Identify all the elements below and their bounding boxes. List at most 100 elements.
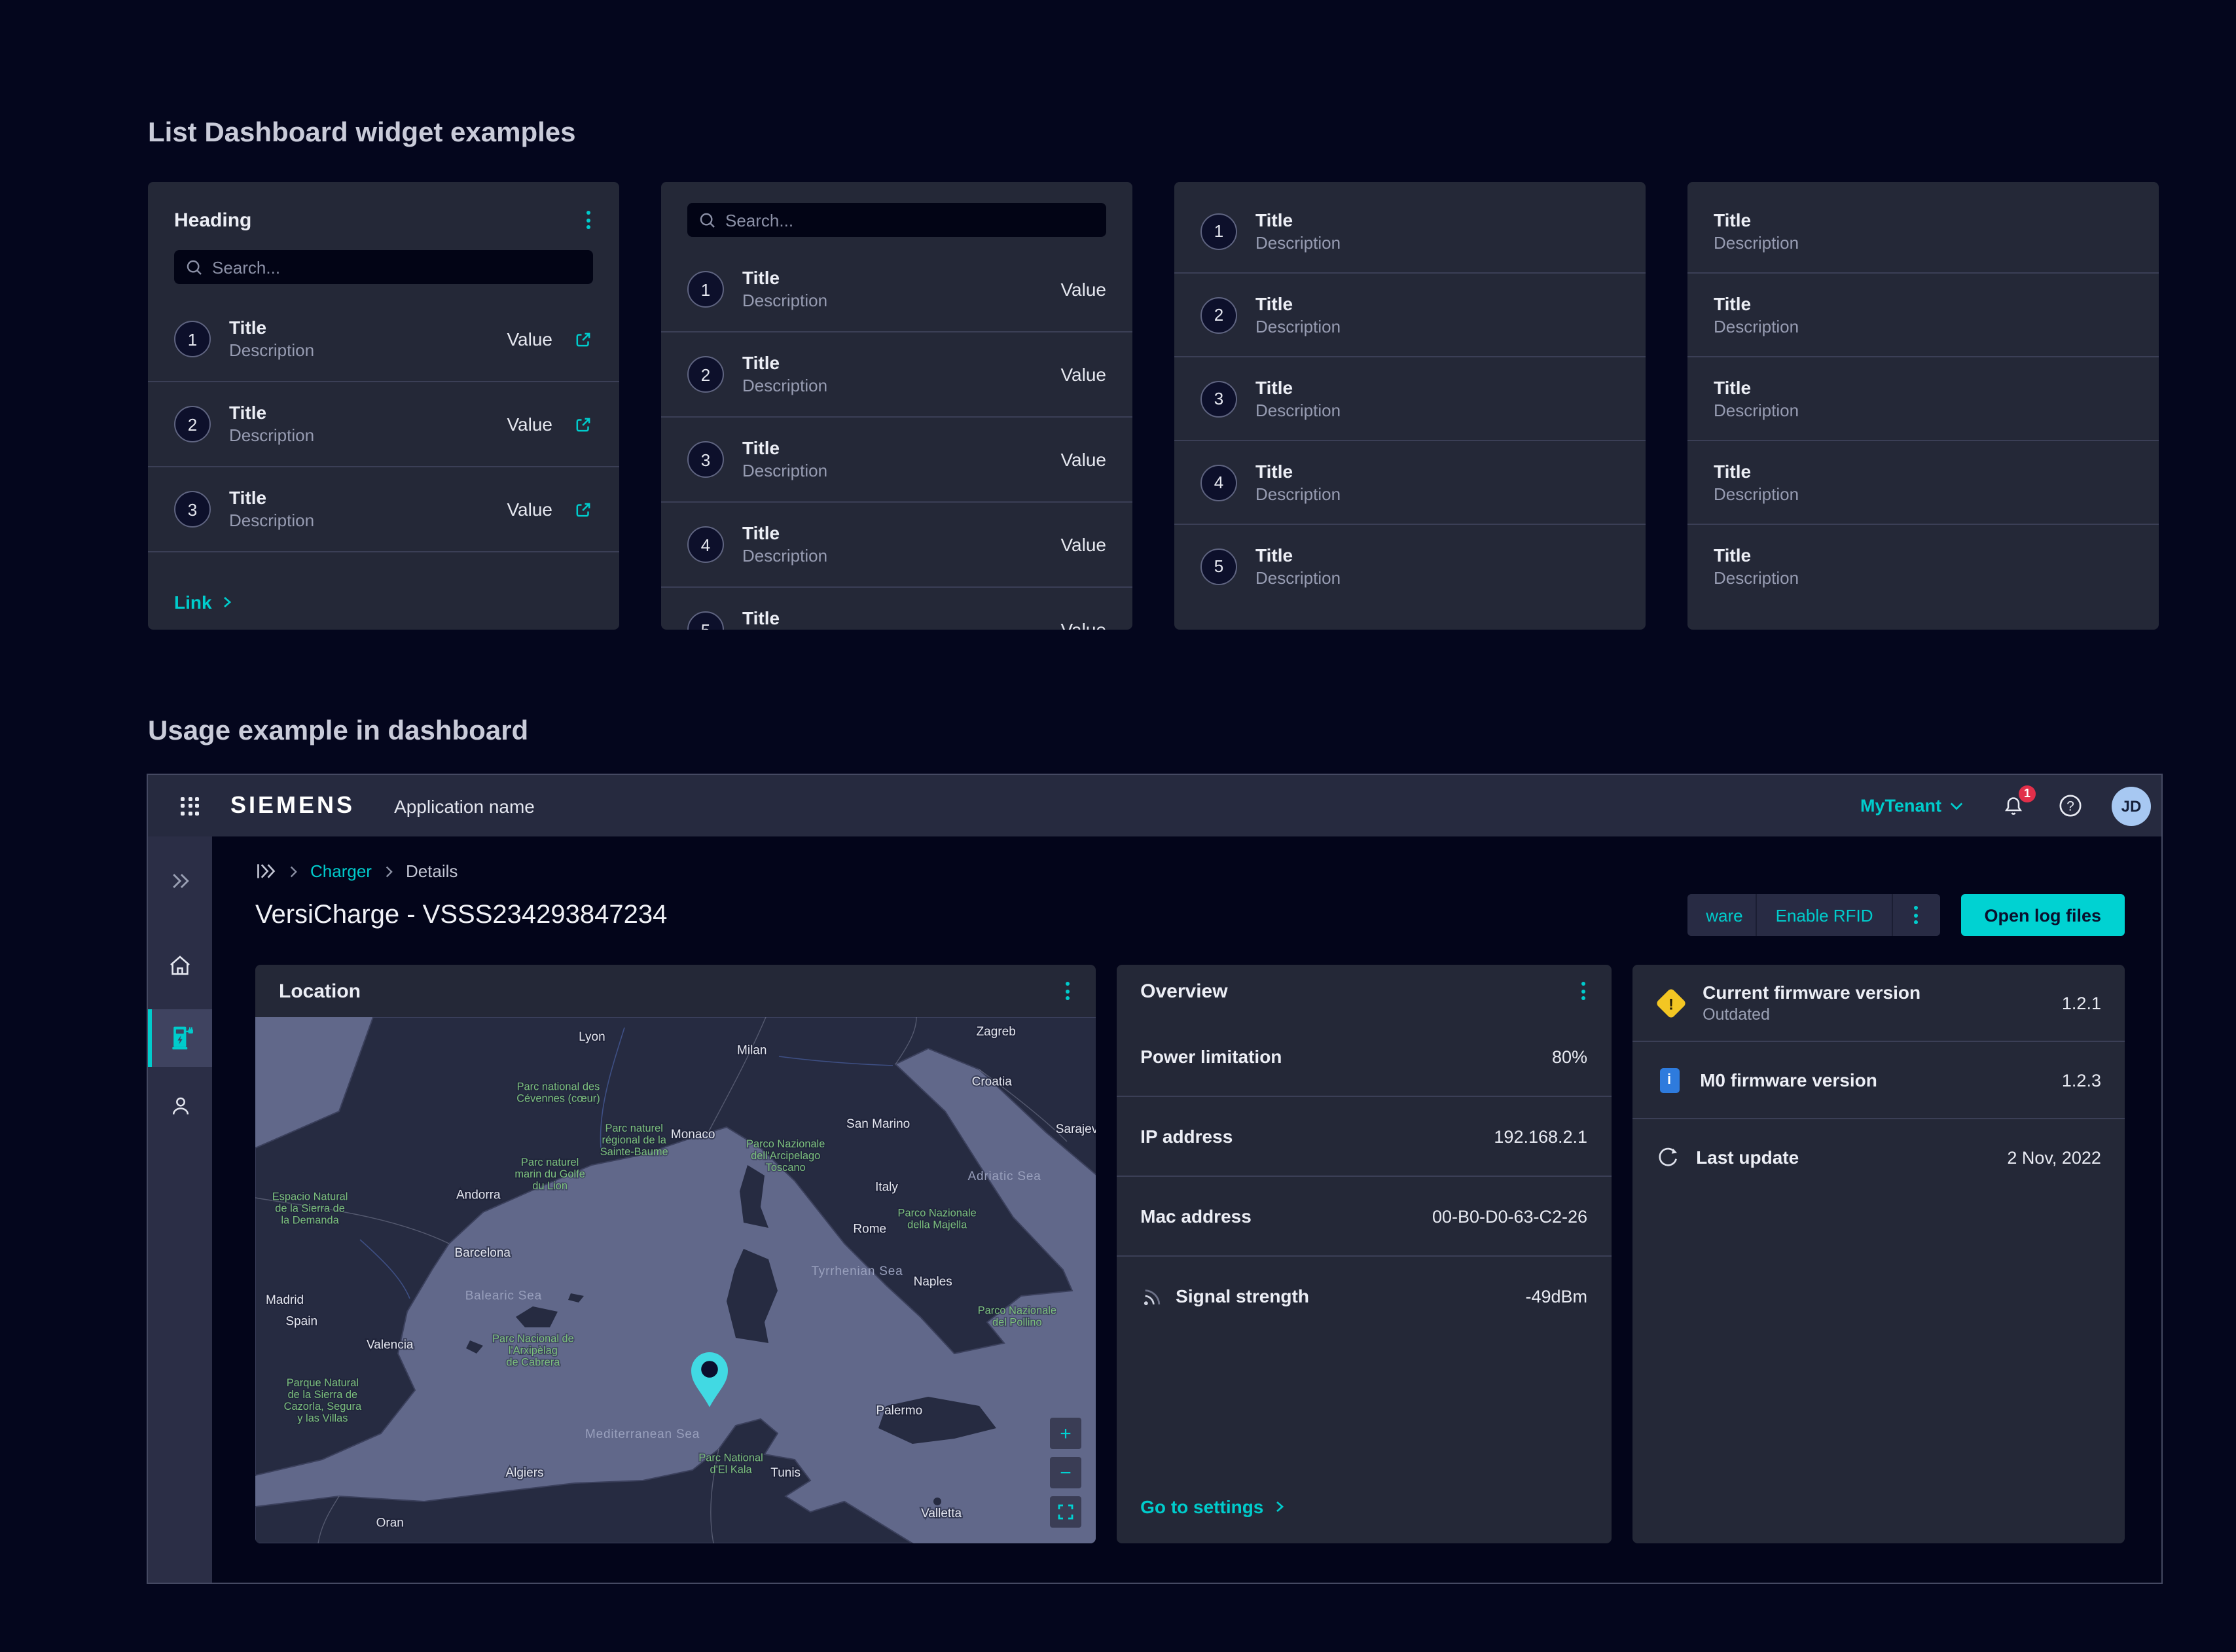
svg-text:Parco Nazionaledella Majella: Parco Nazionaledella Majella — [898, 1208, 977, 1231]
tenant-selector[interactable]: MyTenant — [1860, 796, 1964, 816]
list-item[interactable]: Title Description — [1687, 440, 2159, 524]
item-description: Description — [229, 425, 488, 446]
item-title: Title — [1714, 209, 2133, 231]
notification-badge: 1 — [2019, 785, 2036, 802]
external-link-icon[interactable] — [573, 499, 593, 519]
list-item[interactable]: 3 Title Description — [1174, 356, 1646, 440]
section-title-widgets: List Dashboard widget examples — [0, 0, 2236, 149]
app-header: SIEMENS Application name MyTenant 1 ? JD — [148, 775, 2161, 836]
item-title: Title — [229, 402, 488, 424]
svg-text:Balearic Sea: Balearic Sea — [465, 1289, 542, 1303]
widget-item-list: 1 Title Description Value 2 — [148, 297, 619, 575]
item-description: Description — [229, 511, 488, 531]
item-value: Value — [1060, 364, 1106, 385]
kebab-menu-button[interactable] — [1576, 977, 1590, 1005]
list-item[interactable]: 1 Title Description Value — [148, 297, 619, 381]
enable-rfid-button[interactable]: Enable RFID — [1758, 894, 1892, 936]
list-item[interactable]: 4 Title Description Value — [661, 501, 1132, 586]
item-description: Description — [742, 291, 1042, 312]
svg-text:Lyon: Lyon — [579, 1030, 605, 1044]
item-value: Value — [1060, 449, 1106, 470]
sidebar-item-charger[interactable] — [148, 1009, 212, 1067]
item-value: Value — [507, 499, 552, 520]
breadcrumb-item-charger[interactable]: Charger — [310, 861, 372, 881]
zoom-out-button[interactable]: − — [1050, 1457, 1081, 1488]
user-avatar[interactable]: JD — [2112, 786, 2151, 825]
item-title: Title — [1714, 376, 2133, 399]
app-launcher-icon[interactable] — [181, 797, 199, 815]
item-description: Description — [1714, 400, 2133, 421]
list-item[interactable]: 5 Title Description — [1174, 524, 1646, 607]
list-item[interactable]: Title Description — [1687, 190, 2159, 272]
item-value: Value — [1060, 279, 1106, 300]
application-name: Application name — [394, 795, 535, 816]
item-number: 1 — [174, 321, 211, 357]
item-title: Title — [1255, 376, 1619, 399]
content-area: Charger Details VersiCharge - VSSS234293… — [212, 836, 2161, 1583]
widget-item-list: 1 Title Description 2 Title Description — [1174, 182, 1646, 607]
list-item[interactable]: 3 Title Description Value — [661, 416, 1132, 501]
list-item[interactable]: 3 Title Description Value — [148, 466, 619, 551]
list-item[interactable]: Title Description — [1687, 356, 2159, 440]
widget-footer: Link — [148, 575, 619, 630]
item-description: Description — [1714, 232, 2133, 253]
list-item[interactable]: 2 Title Description Value — [148, 381, 619, 466]
card-title: Location — [279, 980, 361, 1002]
list-item[interactable]: 2 Title Description — [1174, 272, 1646, 356]
breadcrumb-root-icon[interactable] — [255, 863, 276, 880]
external-link-icon[interactable] — [573, 414, 593, 434]
overview-row-power: Power limitation 80% — [1117, 1017, 1611, 1096]
list-item[interactable]: 4 Title Description Value — [148, 551, 619, 575]
widget-link[interactable]: Link — [174, 592, 212, 613]
list-item[interactable]: Title Description — [1687, 272, 2159, 356]
item-number: 3 — [1200, 380, 1237, 417]
widget-card-search-values: Search... 1 Title Description Value 2 — [661, 182, 1132, 630]
person-icon — [167, 1093, 193, 1119]
help-button[interactable]: ? — [2058, 793, 2083, 818]
tenant-name: MyTenant — [1860, 796, 1941, 816]
list-item[interactable]: 5 Title Description Value — [661, 586, 1132, 630]
list-item[interactable]: Title Description — [1687, 524, 2159, 607]
zoom-in-button[interactable]: + — [1050, 1418, 1081, 1449]
list-item[interactable]: 2 Title Description Value — [661, 331, 1132, 416]
secondary-button-group: ware Enable RFID — [1688, 894, 1940, 936]
chevron-right-icon — [1272, 1500, 1286, 1513]
overview-row-mac: Mac address 00-B0-D0-63-C2-26 — [1117, 1176, 1611, 1255]
list-item[interactable]: 1 Title Description — [1174, 190, 1646, 272]
breadcrumb-item-details: Details — [406, 861, 458, 881]
info-icon: i — [1659, 1068, 1679, 1092]
kebab-menu-button[interactable] — [581, 206, 596, 234]
external-link-icon[interactable] — [573, 329, 593, 349]
widget-card-plain: Title Description Title Description — [1687, 182, 2159, 630]
list-item[interactable]: 4 Title Description — [1174, 440, 1646, 524]
svg-text:Parc national desCévennes (cœu: Parc national desCévennes (cœur) — [516, 1081, 600, 1105]
action-buttons: ware Enable RFID Open log files — [1688, 894, 2125, 936]
clipped-firmware-button[interactable]: ware — [1688, 894, 1756, 936]
sidebar-item-home[interactable] — [148, 939, 212, 991]
notifications-button[interactable]: 1 — [2000, 793, 2027, 819]
list-item[interactable]: 1 Title Description Value — [661, 247, 1132, 331]
widget-card-numbered: 1 Title Description 2 Title Description — [1174, 182, 1646, 630]
item-description: Description — [742, 376, 1042, 397]
chevron-down-icon — [1949, 800, 1964, 811]
map[interactable]: LyonMilanZagrebCroatiaMonacoSan MarinoSa… — [255, 1017, 1096, 1543]
item-description: Description — [1714, 484, 2133, 505]
go-to-settings-link[interactable]: Go to settings — [1140, 1496, 1286, 1517]
search-input[interactable]: Search... — [687, 203, 1106, 237]
sidebar-expand-button[interactable] — [148, 855, 212, 907]
search-placeholder: Search... — [725, 210, 793, 230]
search-input[interactable]: Search... — [174, 250, 593, 284]
item-title: Title — [742, 522, 1042, 545]
kebab-menu-button[interactable] — [1060, 977, 1075, 1005]
more-actions-button[interactable] — [1892, 894, 1939, 936]
status-badge: Outdated — [1703, 1005, 1920, 1024]
firmware-card: ! Current firmware version Outdated 1.2.… — [1632, 965, 2125, 1543]
item-number: 2 — [687, 356, 724, 393]
chevron-right-icon — [220, 596, 233, 609]
open-log-files-button[interactable]: Open log files — [1960, 894, 2125, 936]
widget-heading: Heading — [174, 209, 251, 231]
fullscreen-button[interactable] — [1050, 1496, 1081, 1528]
svg-text:Rome: Rome — [853, 1223, 886, 1236]
item-description: Description — [742, 461, 1042, 482]
sidebar-item-users[interactable] — [148, 1080, 212, 1132]
